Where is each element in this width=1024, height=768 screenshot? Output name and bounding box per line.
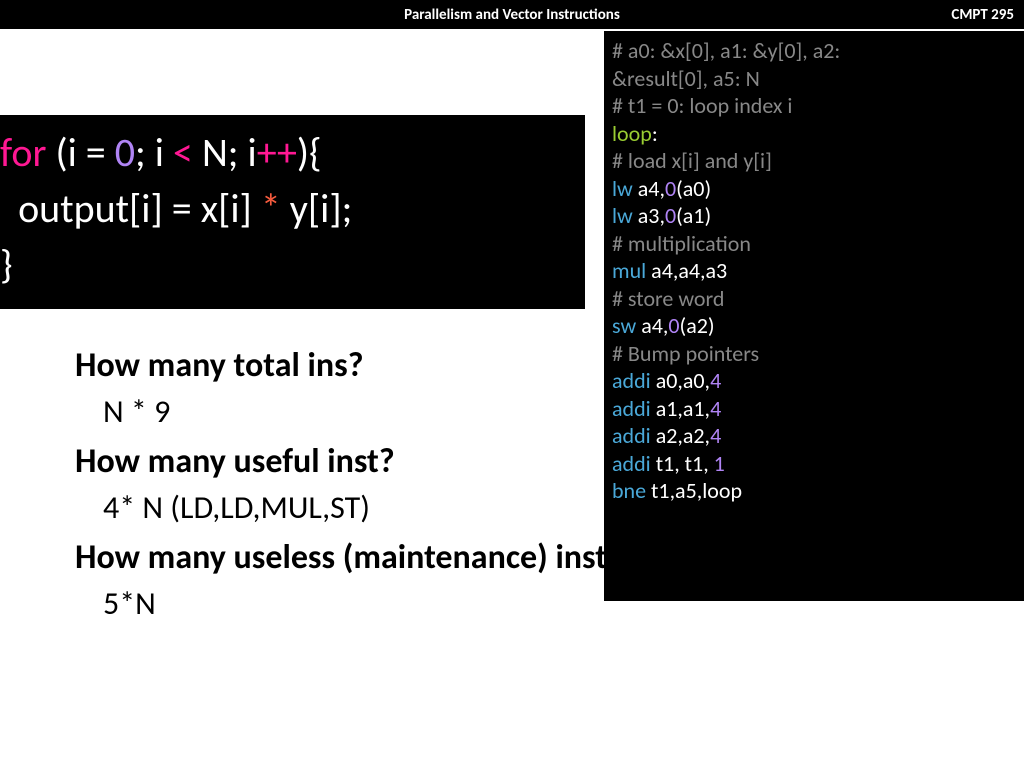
c-line-2: output[i] = x[i] * y[i]; — [0, 181, 585, 237]
literal-zero: 0 — [115, 128, 135, 177]
c-text: ; i — [135, 128, 173, 177]
asm-colon: : — [652, 120, 658, 147]
asm-imm: 0 — [665, 175, 676, 202]
answer-2: 4* N (LD,LD,MUL,ST) — [103, 488, 995, 527]
asm-comment: # multiplication — [612, 230, 1016, 258]
asm-lw-2: lw a3,0(a1) — [612, 202, 1016, 230]
operator-mul: * — [261, 184, 281, 233]
c-text: (i = — [46, 128, 114, 177]
asm-tail: (a0) — [676, 175, 711, 202]
course-code: CMPT 295 — [951, 6, 1014, 24]
c-code-block: for (i = 0; i < N; i++){ output[i] = x[i… — [0, 115, 585, 309]
asm-comment: # load x[i] and y[i] — [612, 147, 1016, 175]
c-line-3: } — [0, 237, 585, 293]
answer-3: 5*N — [103, 584, 995, 623]
question-2: How many useful inst? — [75, 441, 995, 482]
asm-imm: 0 — [665, 202, 676, 229]
slide-title: Parallelism and Vector Instructions — [404, 6, 620, 24]
c-text: output[i] = x[i] — [0, 184, 261, 233]
asm-comment: # t1 = 0: loop index i — [612, 92, 1016, 120]
question-1: How many total ins? — [75, 345, 995, 386]
asm-tail: (a1) — [676, 202, 711, 229]
c-text: N; i — [193, 128, 257, 177]
asm-comment: &result[0], a5: N — [612, 65, 1016, 93]
slide-header: Parallelism and Vector Instructions CMPT… — [0, 0, 1024, 30]
asm-op: mul — [612, 257, 646, 284]
asm-args: a4, — [633, 175, 665, 202]
asm-args: a3, — [633, 202, 665, 229]
c-line-1: for (i = 0; i < N; i++){ — [0, 125, 585, 181]
operator-increment: ++ — [257, 128, 297, 177]
asm-comment: # store word — [612, 285, 1016, 313]
asm-comment: # a0: &x[0], a1: &y[0], a2: — [612, 37, 1016, 65]
asm-label-line: loop: — [612, 120, 1016, 148]
asm-mul: mul a4,a4,a3 — [612, 257, 1016, 285]
question-3: How many useless (maintenance) inst? — [75, 537, 995, 578]
asm-op: lw — [612, 202, 633, 229]
asm-lw-1: lw a4,0(a0) — [612, 175, 1016, 203]
questions-block: How many total ins? N * 9 How many usefu… — [75, 335, 995, 623]
asm-args: a4,a4,a3 — [646, 257, 727, 284]
asm-label: loop — [612, 120, 652, 147]
asm-op: lw — [612, 175, 633, 202]
keyword-for: for — [0, 128, 46, 177]
c-text: y[i]; — [281, 184, 353, 233]
c-text: ){ — [297, 128, 322, 177]
answer-1: N * 9 — [103, 392, 995, 431]
operator-lt: < — [173, 128, 193, 177]
